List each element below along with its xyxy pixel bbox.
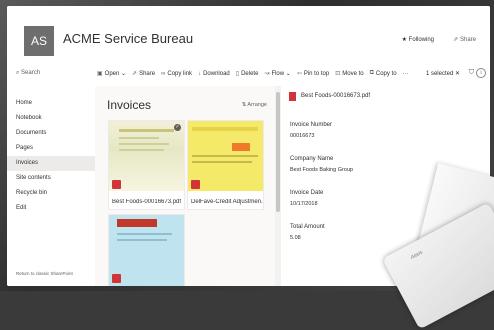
delete-button[interactable]: ▯ Delete bbox=[235, 70, 259, 78]
site-header: AS ACME Service Bureau ★ Following ⇗ Sha… bbox=[7, 6, 490, 63]
file-tile[interactable] bbox=[108, 214, 185, 286]
invoice-date-value[interactable]: 10/17/2018 bbox=[290, 201, 318, 207]
file-tile[interactable]: ✓ Best Foods-00016673.pdf bbox=[108, 120, 185, 210]
pin-to-top-button[interactable]: ⇦ Pin to top bbox=[296, 70, 329, 78]
command-items: ▣ Open ⌄ ⇗ Share ∞ Copy link ↓ Download ▯ Del… bbox=[97, 70, 409, 77]
copy-to-button[interactable]: ⧉ Copy to bbox=[370, 70, 397, 77]
return-classic-link[interactable]: Return to classic SharePoint bbox=[16, 271, 73, 276]
share-site-button[interactable]: ⇗ Share bbox=[453, 36, 476, 43]
arrange-button[interactable]: ⇅ Arrange bbox=[242, 102, 267, 108]
site-title[interactable]: ACME Service Bureau bbox=[63, 31, 193, 46]
invoice-date-label: Invoice Date bbox=[290, 190, 324, 196]
download-icon: ↓ bbox=[198, 70, 202, 77]
company-name-value[interactable]: Best Foods Baking Group bbox=[290, 167, 353, 173]
pdf-icon bbox=[112, 180, 121, 189]
invoice-number-label: Invoice Number bbox=[290, 122, 333, 128]
selected-check-icon[interactable]: ✓ bbox=[174, 124, 181, 131]
nav-item-recycle-bin[interactable]: Recycle bin bbox=[7, 186, 95, 201]
nav-item-pages[interactable]: Pages bbox=[7, 141, 95, 156]
pdf-icon bbox=[191, 180, 200, 189]
flow-icon: ↝ bbox=[264, 71, 270, 77]
details-file-title[interactable]: Best Foods-00016673.pdf bbox=[301, 93, 370, 99]
library-title: Invoices bbox=[107, 98, 152, 112]
file-name[interactable]: Best Foods-00016673.pdf bbox=[112, 199, 184, 205]
document-library: Invoices ⇅ Arrange ✓ Best Foods-00016673… bbox=[95, 86, 275, 286]
nav-item-site-contents[interactable]: Site contents bbox=[7, 171, 95, 186]
total-amount-value[interactable]: 5.08 bbox=[290, 235, 301, 241]
nav-item-documents[interactable]: Documents bbox=[7, 126, 95, 141]
pdf-icon bbox=[112, 274, 121, 283]
info-icon[interactable]: i bbox=[476, 68, 486, 78]
invoice-number-value[interactable]: 00016673 bbox=[290, 133, 314, 139]
trash-icon: ▯ bbox=[235, 71, 240, 77]
move-to-button[interactable]: ⊡ Move to bbox=[335, 70, 363, 78]
scrollbar-thumb[interactable] bbox=[276, 92, 280, 212]
open-button[interactable]: ▣ Open ⌄ bbox=[97, 70, 126, 77]
command-bar: ⌕ Search ▣ Open ⌄ ⇗ Share ∞ Copy link ↓ Down… bbox=[7, 62, 490, 87]
copy-icon: ⧉ bbox=[369, 70, 374, 76]
nav-item-home[interactable]: Home bbox=[7, 96, 95, 111]
share-icon: ⇗ bbox=[132, 71, 138, 77]
pin-icon: ⇦ bbox=[296, 71, 302, 77]
share-button[interactable]: ⇗ Share bbox=[132, 70, 155, 78]
nav-item-notebook[interactable]: Notebook bbox=[7, 111, 95, 126]
copy-link-button[interactable]: ∞ Copy link bbox=[161, 70, 192, 77]
file-tile[interactable]: DelFave-Credit Adjustmen... bbox=[187, 120, 264, 210]
link-icon: ∞ bbox=[161, 70, 166, 77]
scanner-logo: Alaris bbox=[409, 249, 424, 261]
left-navigation: Home Notebook Documents Pages Invoices S… bbox=[7, 86, 95, 286]
selection-count[interactable]: 1 selected ✕ bbox=[426, 70, 460, 77]
pdf-icon bbox=[289, 92, 296, 101]
more-button[interactable]: ··· bbox=[403, 70, 409, 77]
more-icon: ··· bbox=[402, 70, 409, 77]
file-name[interactable]: DelFave-Credit Adjustmen... bbox=[191, 199, 263, 205]
following-button[interactable]: ★ Following bbox=[402, 36, 434, 43]
move-icon: ⊡ bbox=[335, 71, 341, 77]
total-amount-label: Total Amount bbox=[290, 224, 325, 230]
search-placeholder: Search bbox=[21, 70, 41, 76]
site-avatar[interactable]: AS bbox=[24, 26, 54, 56]
flow-button[interactable]: ↝ Flow ⌄ bbox=[264, 70, 290, 77]
filter-icon[interactable]: ⛉ bbox=[469, 69, 474, 77]
download-button[interactable]: ↓ Download bbox=[198, 70, 230, 77]
company-name-label: Company Name bbox=[290, 156, 334, 162]
open-icon: ▣ bbox=[97, 71, 103, 77]
nav-item-invoices[interactable]: Invoices bbox=[7, 156, 95, 171]
nav-item-edit[interactable]: Edit bbox=[7, 201, 95, 216]
search-box[interactable]: ⌕ Search bbox=[16, 70, 40, 77]
search-icon: ⌕ bbox=[16, 70, 20, 76]
